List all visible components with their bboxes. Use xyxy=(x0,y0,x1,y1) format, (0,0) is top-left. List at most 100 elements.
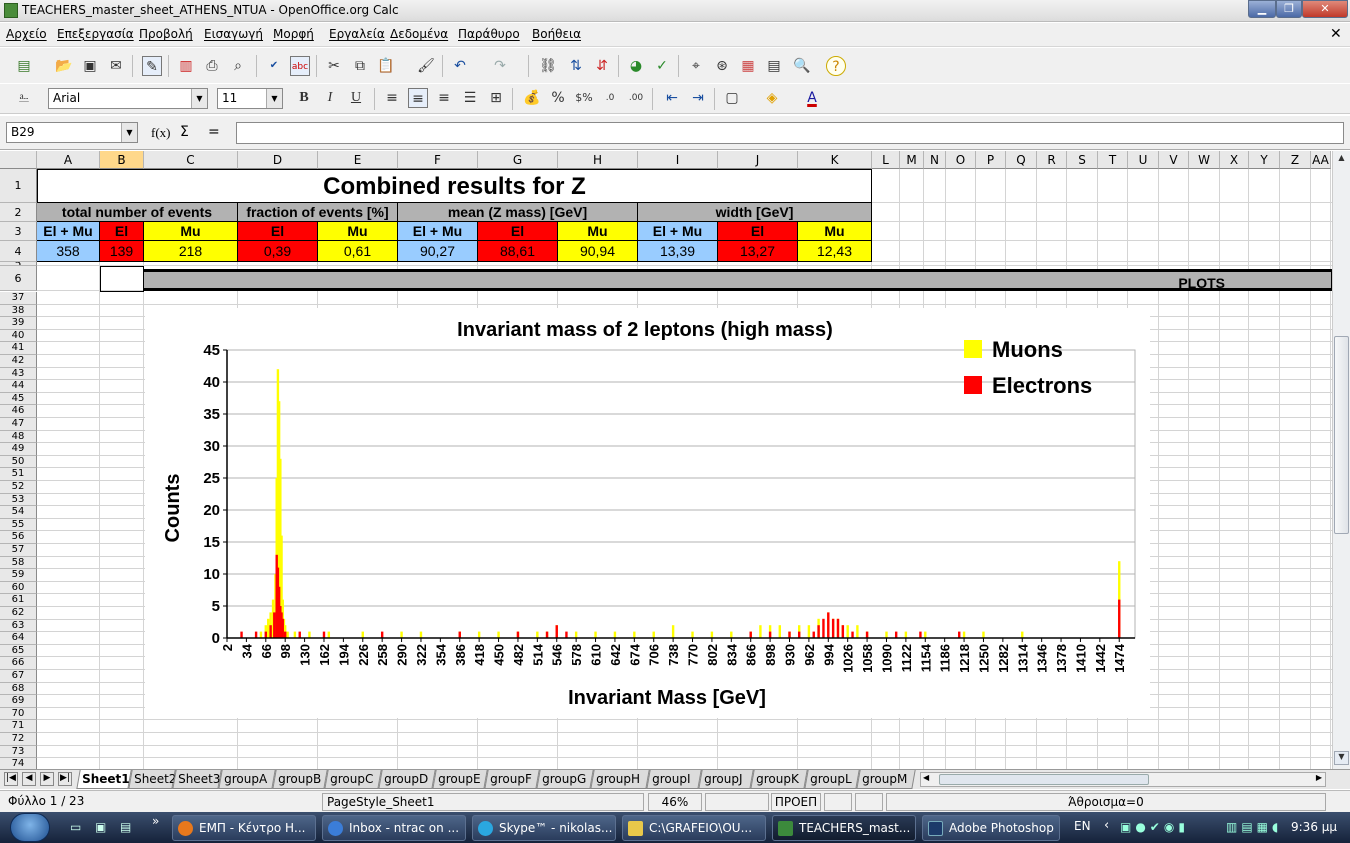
column-header-T[interactable]: T xyxy=(1098,151,1128,169)
row-header-71[interactable]: 71 xyxy=(0,720,37,733)
sub-header-6[interactable]: El xyxy=(478,222,558,241)
sub-header-3[interactable]: El xyxy=(238,222,318,241)
row-header-74[interactable]: 74 xyxy=(0,758,37,769)
align-left-icon[interactable]: ≡ xyxy=(382,88,402,108)
cut-icon[interactable]: ✂ xyxy=(324,56,344,76)
row-header-64[interactable]: 64 xyxy=(0,632,37,645)
column-header-M[interactable]: M xyxy=(900,151,924,169)
sheet-tab-Sheet1[interactable]: Sheet1 xyxy=(76,770,132,789)
export-pdf-icon[interactable]: ▥ xyxy=(176,56,196,76)
data-sources-icon[interactable]: ▤ xyxy=(764,56,784,76)
function-wizard-icon[interactable]: f(x) xyxy=(151,125,171,141)
redo-icon[interactable]: ↷ xyxy=(490,56,510,76)
row-header-43[interactable]: 43 xyxy=(0,367,37,381)
email-icon[interactable]: ✉ xyxy=(106,56,126,76)
formula-input[interactable] xyxy=(236,122,1344,144)
row-header-42[interactable]: 42 xyxy=(0,355,37,368)
sort-ascending-icon[interactable]: ⇅ xyxy=(566,56,586,76)
row-header-6[interactable]: 6 xyxy=(0,266,37,291)
column-header-L[interactable]: L xyxy=(872,151,900,169)
row-header-41[interactable]: 41 xyxy=(0,342,37,355)
zoom-icon[interactable]: 🔍 xyxy=(792,56,812,76)
column-header-I[interactable]: I xyxy=(638,151,718,169)
column-header-N[interactable]: N xyxy=(924,151,946,169)
gallery-icon[interactable]: ▦ xyxy=(738,56,758,76)
row-header-63[interactable]: 63 xyxy=(0,619,37,633)
spellcheck-icon[interactable]: ✔ xyxy=(264,56,284,76)
name-box[interactable]: B29 ▼ xyxy=(6,122,138,143)
sub-header-5[interactable]: El + Mu xyxy=(398,222,478,241)
row-header-68[interactable]: 68 xyxy=(0,682,37,696)
vertical-scrollbar[interactable]: ▲ ▼ xyxy=(1332,151,1350,769)
row-header-59[interactable]: 59 xyxy=(0,569,37,582)
spreadsheet-grid[interactable]: ABCDEFGHIJKLMNOPQRSTUVWXYZAA 12345637383… xyxy=(0,151,1332,769)
row-header-54[interactable]: 54 xyxy=(0,506,37,519)
save-icon[interactable]: ▣ xyxy=(80,56,100,76)
row-header-1[interactable]: 1 xyxy=(0,169,37,203)
row-header-55[interactable]: 55 xyxy=(0,518,37,532)
sheet-tab-groupJ[interactable]: groupJ xyxy=(698,770,754,789)
sub-header-2[interactable]: Mu xyxy=(144,222,238,241)
print-preview-icon[interactable]: ⌕ xyxy=(228,56,248,76)
add-decimal-icon[interactable]: .0 xyxy=(600,88,620,108)
column-header-Z[interactable]: Z xyxy=(1280,151,1311,169)
column-header-AA[interactable]: AA xyxy=(1311,151,1331,169)
column-header-G[interactable]: G xyxy=(478,151,558,169)
menu-window[interactable]: Παράθυρο xyxy=(458,27,520,41)
sub-header-7[interactable]: Mu xyxy=(558,222,638,241)
row-header-48[interactable]: 48 xyxy=(0,430,37,444)
prev-sheet-icon[interactable]: ◀ xyxy=(22,772,36,786)
row-header-73[interactable]: 73 xyxy=(0,745,37,759)
align-right-icon[interactable]: ≡ xyxy=(434,88,454,108)
row-header-44[interactable]: 44 xyxy=(0,380,37,393)
navigator-icon[interactable]: ⊛ xyxy=(712,56,732,76)
value-cell-8[interactable]: 13,39 xyxy=(638,241,718,262)
row-header-4[interactable]: 4 xyxy=(0,241,37,262)
menu-tools[interactable]: Εργαλεία xyxy=(329,27,385,41)
minimize-button[interactable]: ▁ xyxy=(1248,0,1276,18)
row-header-65[interactable]: 65 xyxy=(0,644,37,658)
align-center-icon[interactable]: ≡ xyxy=(408,88,428,108)
column-header-F[interactable]: F xyxy=(398,151,478,169)
column-header-R[interactable]: R xyxy=(1037,151,1067,169)
background-color-icon[interactable]: ◈ xyxy=(762,88,782,108)
chevron-down-icon[interactable]: ▼ xyxy=(191,89,207,108)
column-header-B[interactable]: B xyxy=(100,151,144,169)
bold-icon[interactable]: B xyxy=(294,88,314,108)
value-cell-7[interactable]: 90,94 xyxy=(558,241,638,262)
row-header-39[interactable]: 39 xyxy=(0,317,37,330)
page-style[interactable]: PageStyle_Sheet1 xyxy=(322,793,644,811)
row-header-50[interactable]: 50 xyxy=(0,455,37,469)
zoom-level[interactable]: 46% xyxy=(648,793,702,811)
paste-icon[interactable]: 📋 xyxy=(376,56,396,76)
row-header-46[interactable]: 46 xyxy=(0,405,37,418)
sheet-tab-groupG[interactable]: groupG xyxy=(536,770,594,789)
chevron-down-icon[interactable]: ▼ xyxy=(121,123,137,142)
sub-header-1[interactable]: El xyxy=(100,222,144,241)
row-header-56[interactable]: 56 xyxy=(0,531,37,544)
decrease-indent-icon[interactable]: ⇤ xyxy=(662,88,682,108)
help-icon[interactable]: ? xyxy=(826,56,846,76)
quicklaunch-icon[interactable]: ▤ xyxy=(120,820,131,834)
group-header-2[interactable]: mean (Z mass) [GeV] xyxy=(398,203,638,222)
row-header-40[interactable]: 40 xyxy=(0,329,37,343)
row-header-47[interactable]: 47 xyxy=(0,418,37,431)
sub-header-8[interactable]: El + Mu xyxy=(638,222,718,241)
column-header-K[interactable]: K xyxy=(798,151,872,169)
chart-icon[interactable]: ◕ xyxy=(626,56,646,76)
row-header-51[interactable]: 51 xyxy=(0,468,37,481)
close-window-button[interactable]: ✕ xyxy=(1302,0,1348,18)
plots-header[interactable]: PLOTS xyxy=(144,269,1332,291)
show-desktop-icon[interactable]: ▭ xyxy=(70,820,81,834)
row-header-66[interactable]: 66 xyxy=(0,657,37,670)
column-header-P[interactable]: P xyxy=(976,151,1006,169)
menu-view[interactable]: Προβολή xyxy=(139,27,193,41)
taskbar-item-calc[interactable]: TEACHERS_mast... xyxy=(772,815,916,841)
column-header-J[interactable]: J xyxy=(718,151,798,169)
tray-expand-icon[interactable]: ‹ xyxy=(1104,818,1109,833)
column-header-U[interactable]: U xyxy=(1128,151,1159,169)
row-header-69[interactable]: 69 xyxy=(0,695,37,708)
new-document-icon[interactable]: ▤ xyxy=(14,56,34,76)
column-header-V[interactable]: V xyxy=(1159,151,1189,169)
scroll-down-icon[interactable]: ▼ xyxy=(1334,751,1349,765)
